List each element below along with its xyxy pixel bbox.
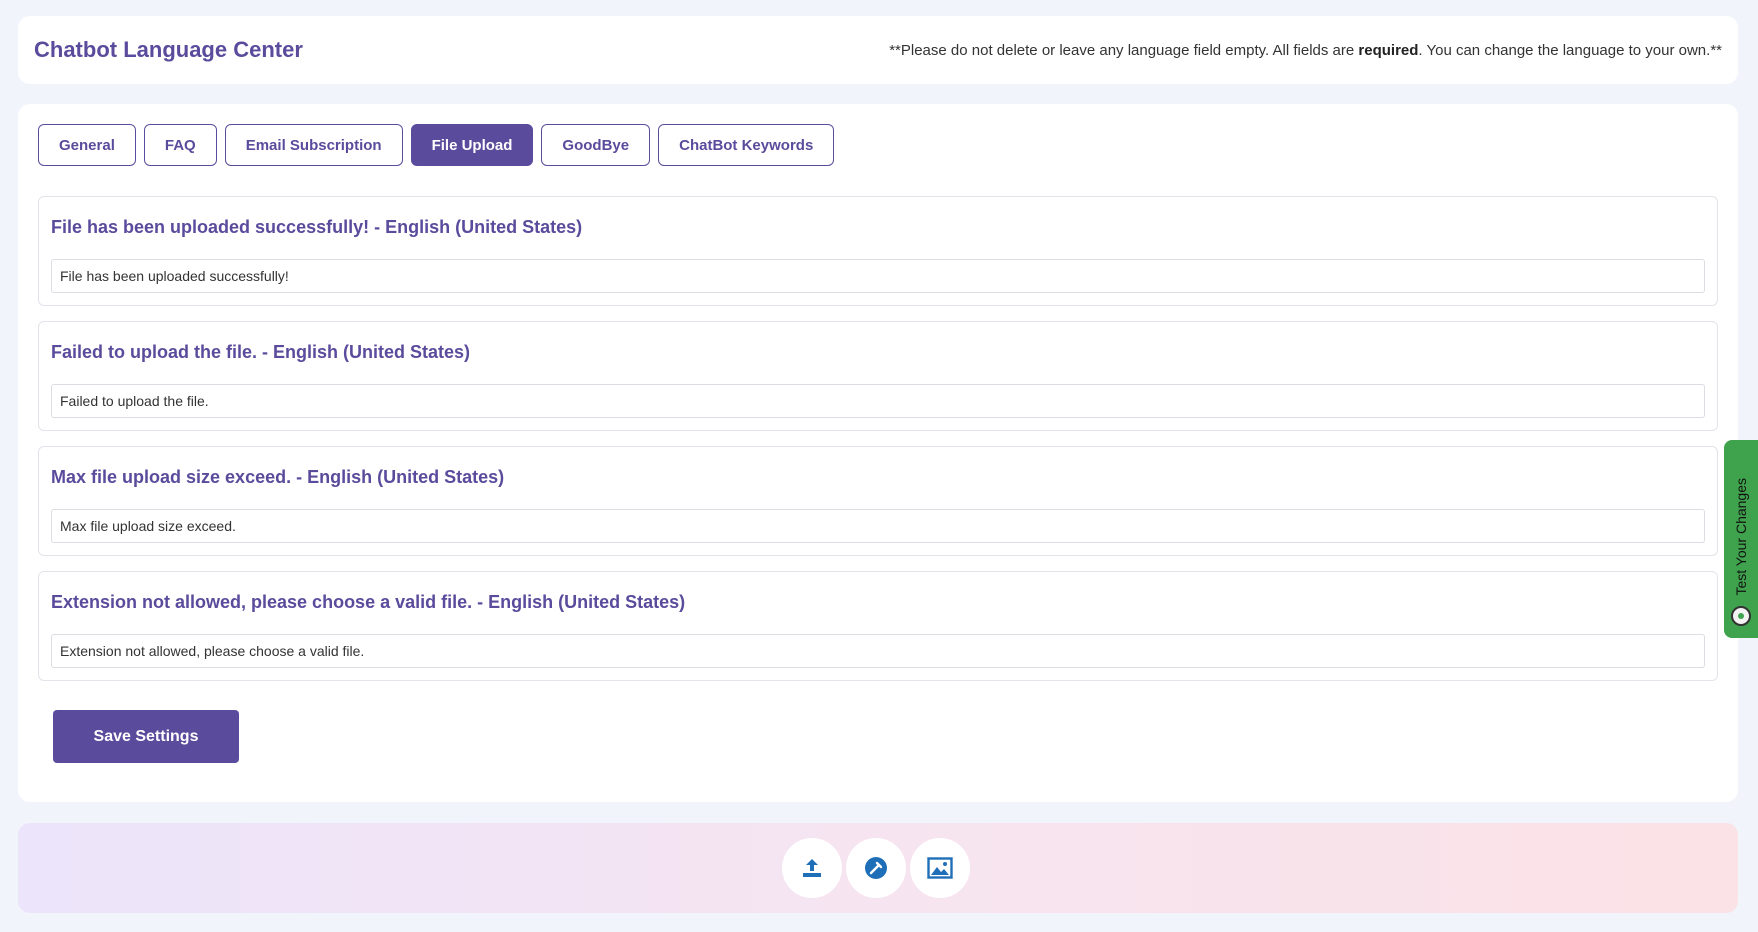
- upload-icon: [803, 859, 821, 877]
- test-changes-label: Test Your Changes: [1733, 478, 1749, 596]
- tab-bar: General FAQ Email Subscription File Uplo…: [38, 124, 835, 166]
- field-label: Max file upload size exceed. - English (…: [51, 467, 505, 487]
- chatbot-icon: [1731, 606, 1751, 626]
- image-button[interactable]: [910, 838, 970, 898]
- language-settings-card: General FAQ Email Subscription File Uplo…: [18, 104, 1738, 802]
- tab-general[interactable]: General: [38, 124, 136, 166]
- test-changes-tab[interactable]: Test Your Changes: [1724, 440, 1758, 638]
- footer-bar: [18, 823, 1738, 913]
- page-title: Chatbot Language Center: [34, 37, 303, 62]
- field-group-upload-success: File has been uploaded successfully! - E…: [38, 196, 1718, 306]
- upload-failed-input[interactable]: [51, 384, 1705, 418]
- extension-input[interactable]: [51, 634, 1705, 668]
- save-settings-button[interactable]: Save Settings: [53, 710, 239, 763]
- footer-actions: [782, 838, 970, 898]
- max-size-input[interactable]: [51, 509, 1705, 543]
- tab-goodbye[interactable]: GoodBye: [541, 124, 651, 166]
- tab-faq[interactable]: FAQ: [143, 124, 217, 166]
- tab-email-subscription[interactable]: Email Subscription: [224, 124, 403, 166]
- field-group-max-size: Max file upload size exceed. - English (…: [38, 446, 1718, 556]
- field-group-extension: Extension not allowed, please choose a v…: [38, 571, 1718, 681]
- field-label: Extension not allowed, please choose a v…: [51, 592, 686, 612]
- tab-chatbot-keywords[interactable]: ChatBot Keywords: [658, 124, 835, 166]
- upload-success-input[interactable]: [51, 259, 1705, 293]
- tools-button[interactable]: [846, 838, 906, 898]
- field-label: File has been uploaded successfully! - E…: [51, 217, 583, 237]
- page-header: Chatbot Language Center **Please do not …: [18, 16, 1738, 84]
- tab-file-upload[interactable]: File Upload: [410, 124, 534, 166]
- notice-prefix: **Please do not delete or leave any lang…: [889, 41, 1359, 59]
- field-label: Failed to upload the file. - English (Un…: [51, 342, 471, 362]
- image-icon: [927, 857, 953, 879]
- upload-button[interactable]: [782, 838, 842, 898]
- field-group-upload-failed: Failed to upload the file. - English (Un…: [38, 321, 1718, 431]
- notice-suffix: . You can change the language to your ow…: [1418, 41, 1722, 59]
- wrench-icon: [865, 857, 887, 879]
- notice-bold: required: [1358, 41, 1419, 59]
- required-notice: **Please do not delete or leave any lang…: [889, 42, 1722, 59]
